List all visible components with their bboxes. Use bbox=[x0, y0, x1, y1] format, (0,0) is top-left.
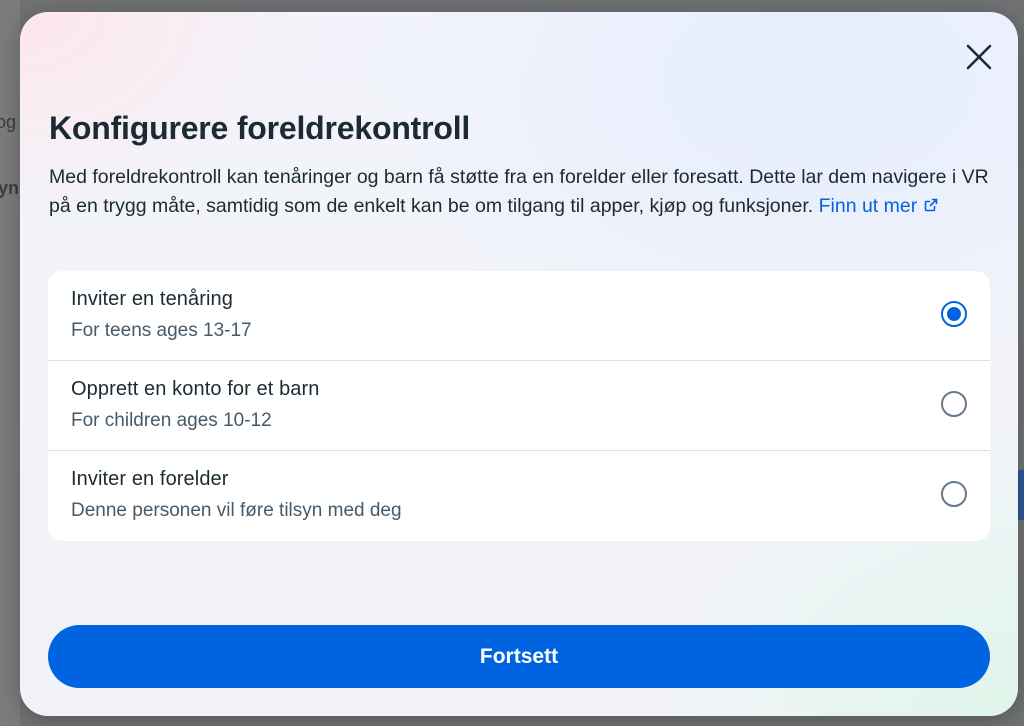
background-text-fragment: og bbox=[0, 112, 17, 132]
radio-button-selected[interactable] bbox=[941, 301, 967, 327]
background-text-fragment: yn bbox=[0, 178, 20, 198]
radio-button[interactable] bbox=[941, 481, 967, 507]
dialog-title: Konfigurere foreldrekontroll bbox=[49, 110, 471, 146]
option-title: Inviter en tenåring bbox=[71, 288, 233, 310]
option-invite-teen[interactable]: Inviter en tenåring For teens ages 13-17 bbox=[48, 271, 990, 361]
learn-more-link[interactable]: Finn ut mer bbox=[819, 195, 940, 217]
option-invite-parent[interactable]: Inviter en forelder Denne personen vil f… bbox=[48, 451, 990, 541]
background-button-edge bbox=[1018, 470, 1024, 520]
option-subtitle: Denne personen vil føre tilsyn med deg bbox=[71, 500, 402, 521]
close-button[interactable] bbox=[964, 42, 994, 72]
radio-button[interactable] bbox=[941, 391, 967, 417]
option-title: Opprett en konto for et barn bbox=[71, 378, 320, 400]
parental-controls-dialog: Konfigurere foreldrekontroll Med foreldr… bbox=[20, 12, 1018, 716]
continue-button[interactable]: Fortsett bbox=[48, 625, 990, 688]
dialog-description: Med foreldrekontroll kan tenåringer og b… bbox=[49, 163, 989, 221]
account-type-options: Inviter en tenåring For teens ages 13-17… bbox=[48, 271, 990, 541]
background-left-strip bbox=[0, 0, 20, 726]
option-subtitle: For teens ages 13-17 bbox=[71, 320, 252, 341]
option-title: Inviter en forelder bbox=[71, 468, 229, 490]
option-create-child-account[interactable]: Opprett en konto for et barn For childre… bbox=[48, 361, 990, 451]
external-link-icon bbox=[923, 197, 939, 213]
option-subtitle: For children ages 10-12 bbox=[71, 410, 272, 431]
learn-more-label: Finn ut mer bbox=[818, 195, 918, 217]
close-icon bbox=[964, 42, 994, 72]
